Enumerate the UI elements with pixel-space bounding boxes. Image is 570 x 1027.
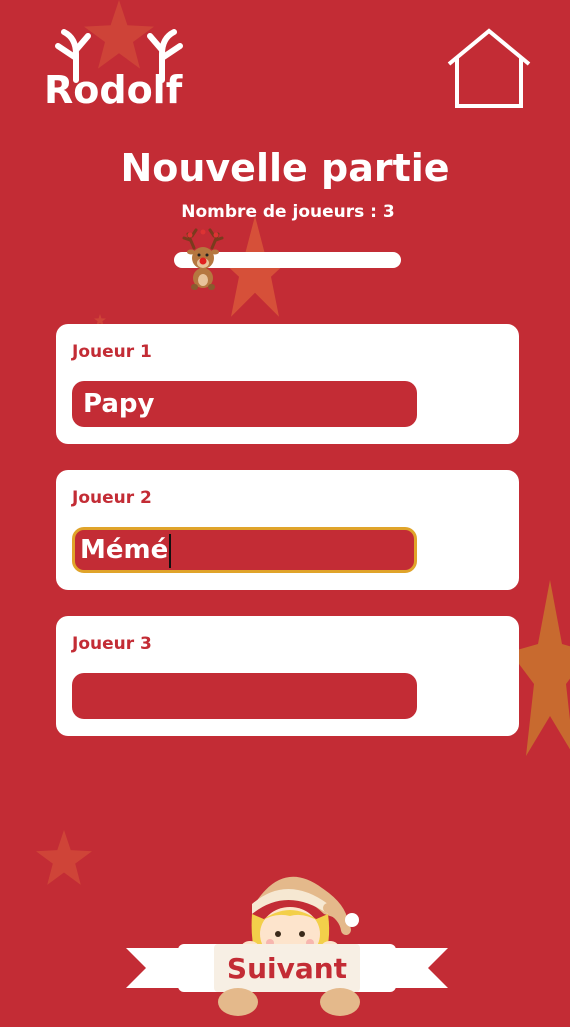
decorative-star-icon	[510, 580, 570, 756]
page-title: Nouvelle partie	[120, 146, 450, 190]
reindeer-icon	[182, 228, 224, 290]
player-label-3: Joueur 3	[72, 634, 152, 654]
player-label-1: Joueur 1	[72, 342, 152, 362]
player-card-1: Joueur 1 Papy	[56, 324, 519, 444]
logo-text: Rodolf	[44, 68, 183, 112]
player-label-2: Joueur 2	[72, 488, 152, 508]
home-button[interactable]	[446, 28, 532, 110]
elf-candy-icon	[126, 876, 448, 1016]
player-count-label: Nombre de joueurs : 3	[181, 202, 395, 222]
decorative-star-icon	[36, 830, 92, 885]
home-icon	[447, 28, 531, 108]
next-button-label: Suivant	[226, 952, 348, 985]
player-name-input-2[interactable]	[72, 527, 417, 573]
player-card-2: Joueur 2 Mémé	[56, 470, 519, 590]
next-button[interactable]: Suivant	[124, 864, 450, 1027]
player-name-input-3[interactable]	[72, 673, 417, 719]
player-name-input-1[interactable]	[72, 381, 417, 427]
player-card-3: Joueur 3	[56, 616, 519, 736]
app-logo: Rodolf	[44, 24, 194, 112]
slider-handle-reindeer[interactable]	[182, 228, 224, 292]
decorative-star-icon	[215, 216, 295, 317]
